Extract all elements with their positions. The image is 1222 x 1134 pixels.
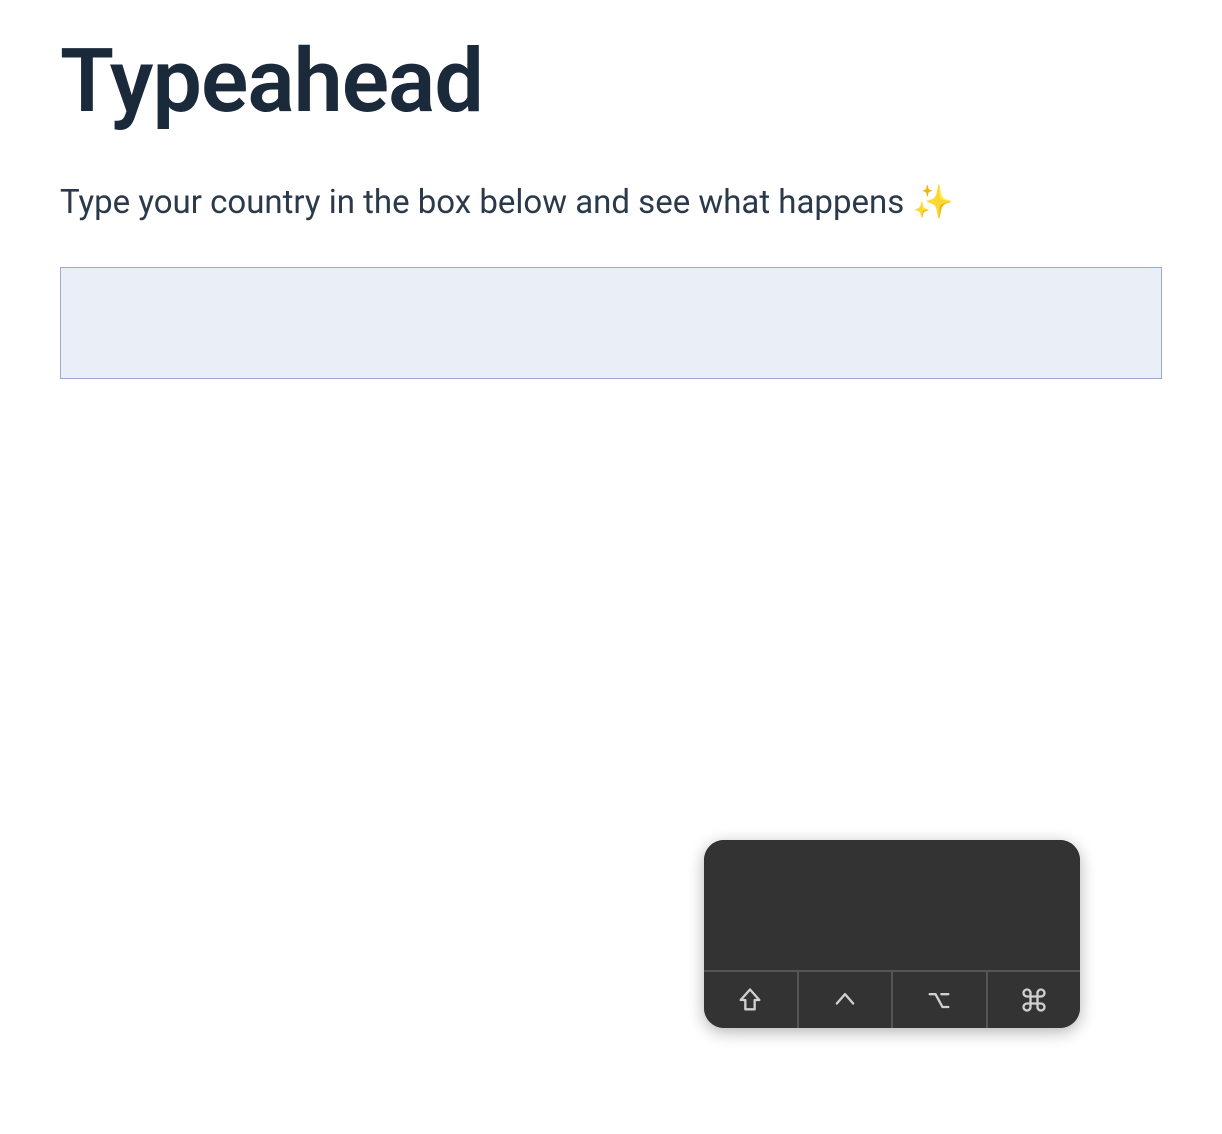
- modifier-key-panel: [704, 840, 1080, 1028]
- option-key[interactable]: [893, 972, 988, 1028]
- option-icon: [925, 986, 953, 1014]
- control-key[interactable]: [799, 972, 894, 1028]
- modifier-key-row: [704, 970, 1080, 1028]
- page-title: Typeahead: [60, 30, 1162, 133]
- shift-key[interactable]: [704, 972, 799, 1028]
- instruction-label: Type your country in the box below and s…: [60, 183, 912, 222]
- sparkle-icon: ✨: [912, 183, 953, 222]
- instruction-text: Type your country in the box below and s…: [60, 183, 1162, 222]
- command-key[interactable]: [988, 972, 1081, 1028]
- modifier-panel-display: [704, 840, 1080, 970]
- country-input[interactable]: [60, 267, 1162, 379]
- command-icon: [1020, 986, 1048, 1014]
- control-icon: [831, 986, 859, 1014]
- shift-icon: [736, 986, 764, 1014]
